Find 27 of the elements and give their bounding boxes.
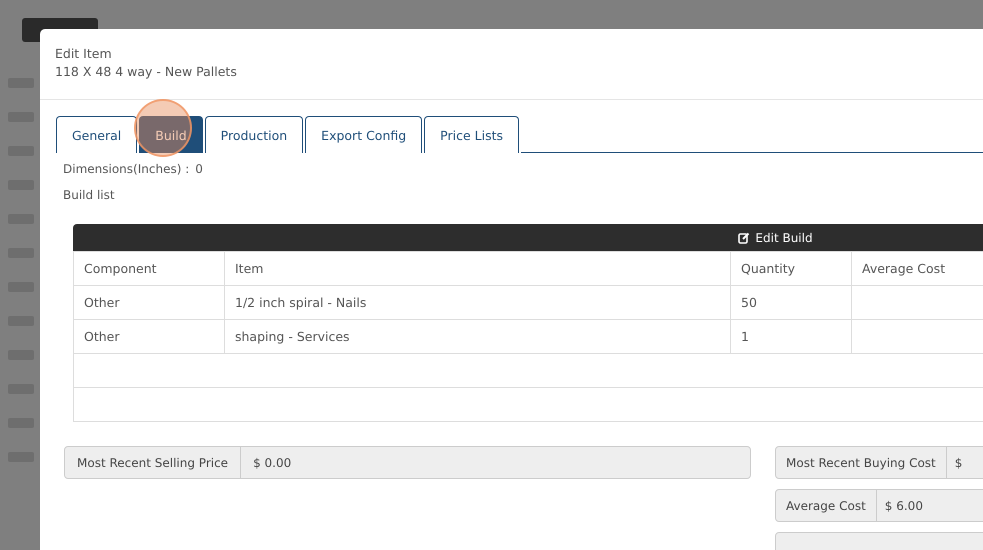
tab[interactable]: Production [204,116,304,153]
modal-title: Edit Item [55,45,113,62]
table-cell: 50 [730,286,852,320]
column-header: Quantity [730,252,852,286]
table-cell: 1 [730,320,852,354]
dimensions-value: 0 [195,162,203,176]
build-list-label: Build list [62,187,116,202]
edit-icon [738,232,750,244]
dimensions-label: Dimensions(Inches) : [63,162,190,176]
field-label: Most Recent Selling Price [65,447,242,478]
field-value: $ 0.00 [252,454,292,472]
column-header: Item [224,252,730,286]
tab[interactable]: Export Config [305,116,422,153]
modal-subtitle: 118 X 48 4 way - New Pallets [55,63,238,81]
field-value: $ [954,454,964,472]
tab[interactable]: General [56,116,138,153]
table-cell: Other [74,320,224,354]
column-header: Average Cost [852,252,983,286]
field-label: Average Cost [776,490,877,521]
field-value: $ 6.00 [884,498,924,514]
table-cell: shaping - Services [224,320,730,354]
tab[interactable]: Price Lists [424,116,520,153]
table-cell: Other [74,286,224,320]
table-cell: 1/2 inch spiral - Nails [224,286,730,320]
field-label: Most Recent Buying Cost [776,447,947,478]
edit-build-button[interactable]: Edit Build [73,224,983,251]
column-header: Component [74,252,224,286]
